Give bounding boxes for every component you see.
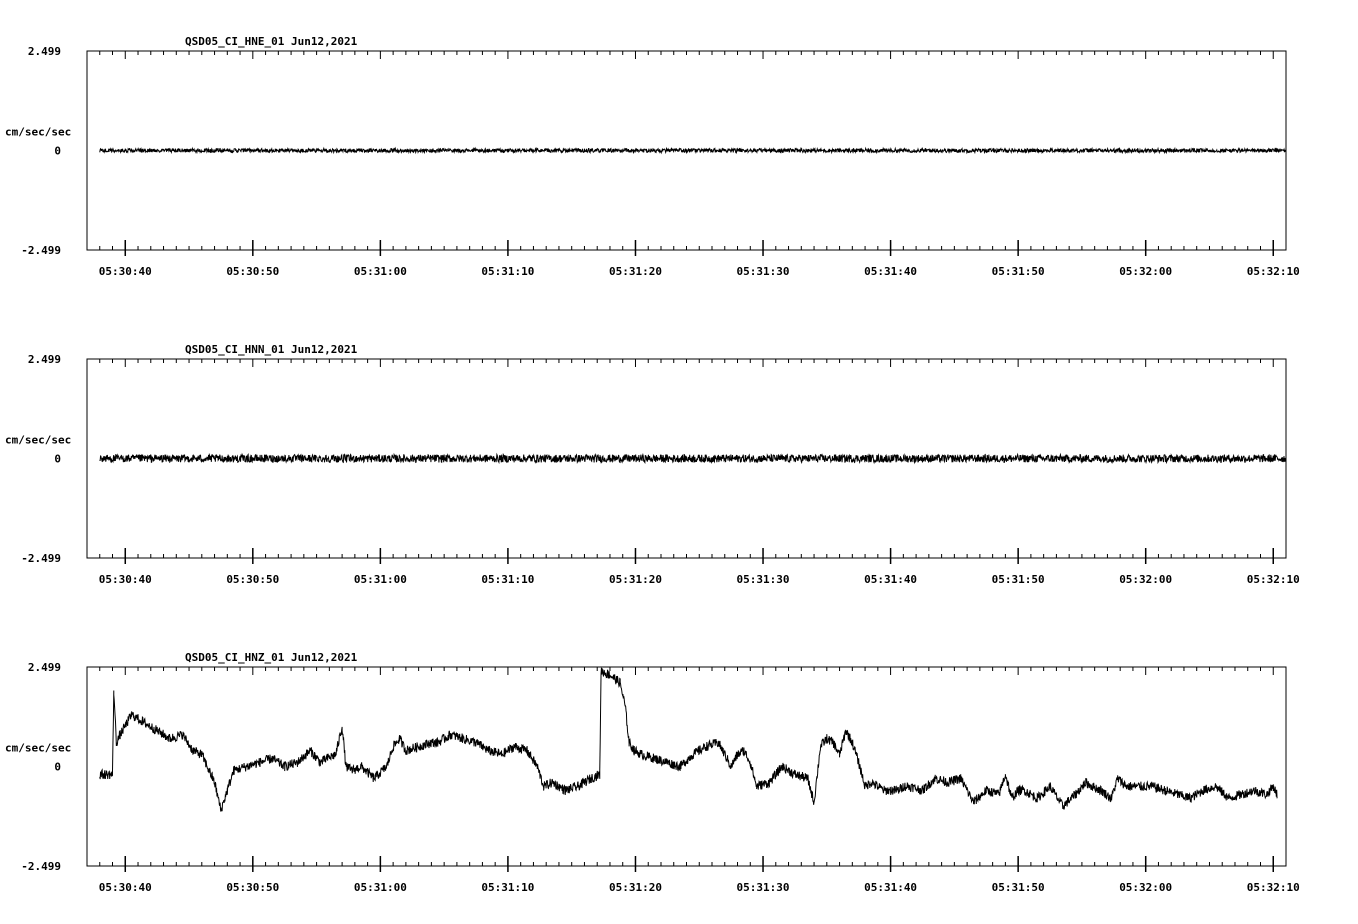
x-tick-label: 05:31:10: [481, 881, 534, 894]
x-tick-label: 05:31:30: [737, 573, 790, 586]
y-tick-label: 2.499: [28, 661, 61, 674]
x-tick-label: 05:32:10: [1247, 881, 1300, 894]
x-tick-label: 05:30:40: [99, 573, 152, 586]
x-tick-label: 05:31:30: [737, 881, 790, 894]
y-tick-label: -2.499: [21, 244, 61, 257]
x-tick-label: 05:31:10: [481, 573, 534, 586]
chart-panel-hnn: QSD05_CI_HNN_01 Jun12,2021 2.499 0 -2.499 cm…: [5, 343, 1300, 586]
x-tick-label: 05:30:40: [99, 265, 152, 278]
x-tick-label: 05:31:00: [354, 265, 407, 278]
y-tick-label: 2.499: [28, 45, 61, 58]
y-axis-label: cm/sec/sec: [5, 126, 71, 139]
x-tick-label: 05:32:00: [1119, 881, 1172, 894]
x-tick-label: 05:31:00: [354, 573, 407, 586]
seismic-trace: [99, 667, 1278, 812]
x-tick-label: 05:31:50: [992, 265, 1045, 278]
x-tick-label: 05:31:20: [609, 265, 662, 278]
x-tick-label: 05:31:30: [737, 265, 790, 278]
y-axis-label: cm/sec/sec: [5, 742, 71, 755]
x-tick-label: 05:31:40: [864, 881, 917, 894]
x-tick-label: 05:31:20: [609, 881, 662, 894]
x-tick-label: 05:32:10: [1247, 265, 1300, 278]
x-tick-label: 05:30:40: [99, 881, 152, 894]
chart-title: QSD05_CI_HNE_01 Jun12,2021: [185, 35, 358, 48]
plot-frame: [86, 666, 1287, 867]
x-tick-label: 05:30:50: [226, 881, 279, 894]
chart-panel-hnz: QSD05_CI_HNZ_01 Jun12,2021 2.499 0 -2.499 cm…: [5, 651, 1300, 894]
y-tick-label: 2.499: [28, 353, 61, 366]
seismic-trace: [99, 146, 1287, 155]
x-tick-label: 05:31:40: [864, 265, 917, 278]
x-tick-label: 05:31:40: [864, 573, 917, 586]
x-tick-label: 05:32:00: [1119, 573, 1172, 586]
x-tick-label: 05:30:50: [226, 265, 279, 278]
x-tick-label: 05:31:20: [609, 573, 662, 586]
y-tick-label: 0: [54, 761, 61, 774]
y-tick-label: -2.499: [21, 860, 61, 873]
chart-title: QSD05_CI_HNN_01 Jun12,2021: [185, 343, 358, 356]
x-tick-label: 05:32:00: [1119, 265, 1172, 278]
x-tick-label: 05:31:50: [992, 881, 1045, 894]
seismic-trace: [99, 452, 1287, 465]
x-tick-label: 05:32:10: [1247, 573, 1300, 586]
chart-panel-hne: QSD05_CI_HNE_01 Jun12,2021 2.499 0 -2.499 cm…: [5, 35, 1300, 278]
x-tick-label: 05:31:50: [992, 573, 1045, 586]
x-tick-label: 05:31:00: [354, 881, 407, 894]
y-tick-label: -2.499: [21, 552, 61, 565]
x-tick-label: 05:31:10: [481, 265, 534, 278]
x-tick-label: 05:30:50: [226, 573, 279, 586]
chart-title: QSD05_CI_HNZ_01 Jun12,2021: [185, 651, 358, 664]
y-tick-label: 0: [54, 453, 61, 466]
seismogram-figure: QSD05_CI_HNE_01 Jun12,2021 2.499 0 -2.499 cm…: [5, 35, 1300, 894]
y-tick-label: 0: [54, 145, 61, 158]
y-axis-label: cm/sec/sec: [5, 434, 71, 447]
